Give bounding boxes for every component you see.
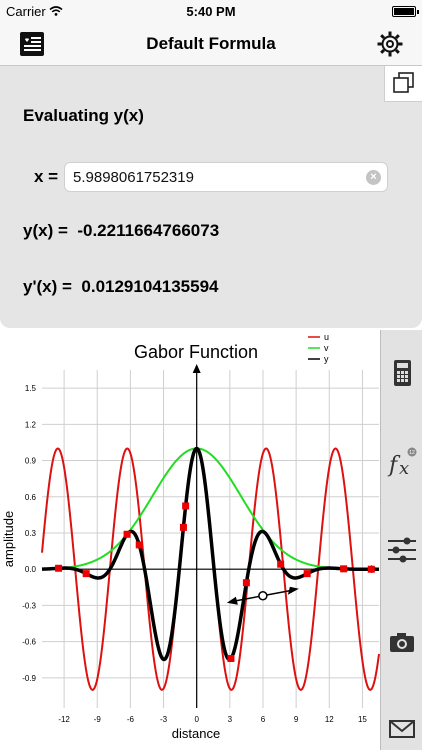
mail-icon[interactable] xyxy=(387,712,417,744)
legend-label-v: v xyxy=(324,343,329,353)
navigation-bar: Default Formula xyxy=(0,22,422,66)
y-tick-label: -0.3 xyxy=(22,601,36,610)
page-title: Default Formula xyxy=(146,34,276,53)
curve-marker[interactable] xyxy=(227,655,235,663)
curve-marker[interactable] xyxy=(340,565,348,573)
plot-area[interactable]: -12 -9 -6 -3 0 3 6 9 12 15 1.5 1.2 0.9 0.6 0.3 0.0 -0.3 -… xyxy=(0,332,380,750)
x-tick-label: -9 xyxy=(94,715,102,724)
x-tick-label: -12 xyxy=(58,715,70,724)
y-tick-label: 0.3 xyxy=(25,529,37,538)
dy-label: y'(x) = xyxy=(23,277,72,296)
svg-text:x: x xyxy=(399,458,409,478)
x-tick-label: 15 xyxy=(358,715,367,724)
curve-marker[interactable] xyxy=(367,565,375,573)
curve-marker[interactable] xyxy=(182,502,190,510)
copy-button[interactable] xyxy=(384,66,422,102)
y-axis-label: amplitude xyxy=(1,511,16,567)
calculator-icon[interactable] xyxy=(387,358,417,390)
copy-icon xyxy=(393,72,414,93)
curve-marker[interactable] xyxy=(303,570,311,578)
y-label: y(x) = xyxy=(23,221,68,240)
fx-function-icon[interactable]: f x 12 xyxy=(387,446,417,478)
y-tick-label: 1.5 xyxy=(25,384,37,393)
svg-text:12: 12 xyxy=(409,450,415,456)
gear-icon[interactable] xyxy=(376,30,404,58)
curve-marker[interactable] xyxy=(123,530,131,538)
x-tick-label: -3 xyxy=(160,715,168,724)
y-value: -0.2211664766073 xyxy=(77,221,220,240)
evaluation-point-handle[interactable] xyxy=(258,590,268,601)
y-tick-label: 0.9 xyxy=(25,457,37,466)
x-tick-label: 6 xyxy=(261,715,266,724)
x-tick-label: 12 xyxy=(325,715,334,724)
x-tick-label: 3 xyxy=(228,715,233,724)
y-tick-label: -0.6 xyxy=(22,638,36,647)
gabor-chart[interactable]: -12 -9 -6 -3 0 3 6 9 12 15 1.5 1.2 0.9 0.6 0.3 0.0 -0.3 -… xyxy=(0,332,380,750)
dy-value: 0.0129104135594 xyxy=(81,277,219,296)
y-tick-label: 0.6 xyxy=(25,493,37,502)
dy-result: y'(x) = 0.0129104135594 xyxy=(23,277,218,297)
curve-marker[interactable] xyxy=(82,570,90,578)
legend-label-u: u xyxy=(324,332,329,342)
y-tick-label: 0.0 xyxy=(25,565,37,574)
clear-input-icon[interactable]: × xyxy=(366,170,381,185)
curve-marker[interactable] xyxy=(242,579,250,587)
curve-marker[interactable] xyxy=(277,560,285,568)
sliders-icon[interactable] xyxy=(387,534,417,566)
x-tick-label: 9 xyxy=(294,715,299,724)
x-value-input[interactable] xyxy=(64,162,388,192)
y-result: y(x) = -0.2211664766073 xyxy=(23,221,219,241)
x-tick-label: 0 xyxy=(194,715,199,724)
y-tick-label: -0.9 xyxy=(22,674,36,683)
curve-marker[interactable] xyxy=(55,564,63,572)
legend-label-y: y xyxy=(324,354,329,364)
chart-title: Gabor Function xyxy=(134,342,258,362)
camera-icon[interactable] xyxy=(387,626,417,658)
evaluation-heading: Evaluating y(x) xyxy=(23,106,144,125)
curve-marker[interactable] xyxy=(179,523,187,531)
clock: 5:40 PM xyxy=(186,4,236,19)
evaluation-panel: Evaluating y(x) x = × y(x) = -0.22116647… xyxy=(0,66,422,328)
y-axis-arrow xyxy=(192,364,201,373)
y-tick-label: 1.2 xyxy=(25,420,37,429)
status-bar: Carrier 5:40 PM xyxy=(0,0,422,22)
curve-marker[interactable] xyxy=(135,541,143,549)
x-axis-label: distance xyxy=(172,726,220,741)
x-label: x = xyxy=(34,167,59,186)
tool-sidebar: f x 12 xyxy=(380,330,422,750)
battery-icon xyxy=(392,6,419,17)
x-tick-label: -6 xyxy=(127,715,135,724)
